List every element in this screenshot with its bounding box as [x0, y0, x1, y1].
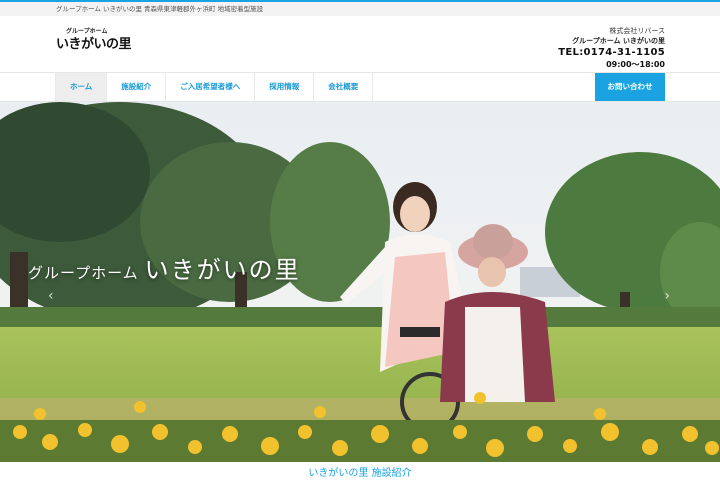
nav-item-home[interactable]: ホーム [55, 73, 108, 101]
hero-slider: グループホーム いきがいの里 ‹ › [0, 102, 720, 462]
company-name: 株式会社リバース [609, 27, 665, 35]
facility-name: グループホーム いきがいの里 [572, 37, 665, 45]
contact-button[interactable]: お問い合わせ [595, 73, 665, 101]
hero-caption-big: いきがいの里 [144, 256, 301, 284]
nav-item-recruit[interactable]: 採用情報 [255, 73, 315, 101]
slider-prev-icon[interactable]: ‹ [48, 288, 54, 304]
nav-item-company[interactable]: 会社概要 [314, 73, 374, 101]
slider-next-icon[interactable]: › [664, 288, 670, 304]
nav-item-applicants[interactable]: ご入居希望者様へ [166, 73, 256, 101]
top-info-bar: グループホーム いきがいの里 青森県東津軽郡外ヶ浜町 地域密着型施設 [0, 2, 720, 16]
nav-list: ホーム 施設紹介 ご入居希望者様へ 採用情報 会社概要 [55, 73, 374, 101]
site-header: グループホーム いきがいの里 株式会社リバース グループホーム いきがいの里 T… [0, 16, 720, 72]
main-nav: ホーム 施設紹介 ご入居希望者様へ 採用情報 会社概要 お問い合わせ [0, 72, 720, 102]
company-info: 株式会社リバース グループホーム いきがいの里 TEL:0174-31-1105… [558, 26, 665, 70]
hero-caption: グループホーム いきがいの里 [28, 250, 301, 285]
business-hours: 09:00～18:00 [606, 60, 665, 69]
site-logo[interactable]: グループホーム いきがいの里 [56, 26, 132, 52]
section-heading: いきがいの里 施設紹介 [0, 462, 720, 480]
hero-caption-small: グループホーム [28, 264, 139, 282]
nav-item-facility[interactable]: 施設紹介 [107, 73, 167, 101]
top-info-text: グループホーム いきがいの里 青森県東津軽郡外ヶ浜町 地域密着型施設 [56, 5, 264, 13]
phone-number[interactable]: TEL:0174-31-1105 [558, 46, 665, 59]
logo-title: いきがいの里 [56, 37, 132, 52]
